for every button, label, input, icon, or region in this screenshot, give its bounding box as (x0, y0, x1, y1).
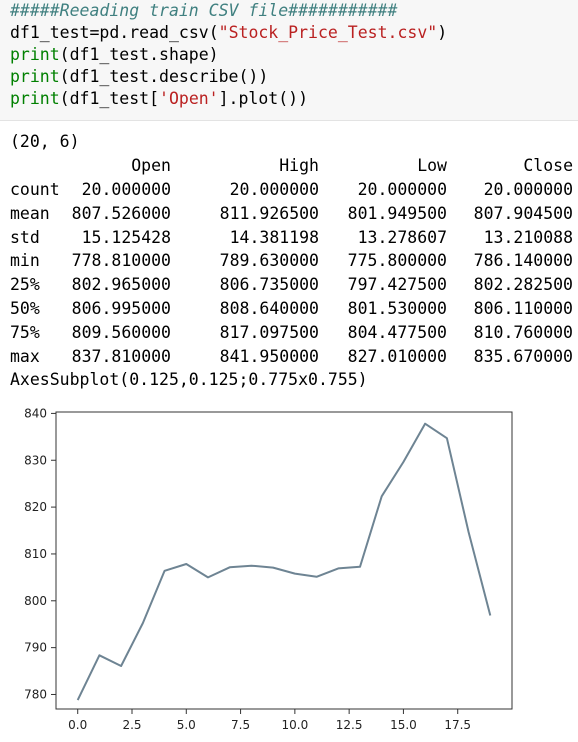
stats-cell: 835.670000 (473, 346, 573, 366)
stats-cell: 789.630000 (219, 251, 319, 271)
column-header: Close (523, 156, 573, 175)
code-args: ].plot()) (218, 89, 309, 108)
stats-cell: 15.125428 (81, 227, 171, 247)
axes-repr-output: AxesSubplot(0.125,0.125;0.775x0.755) (10, 370, 368, 389)
code-call: pd.read_csv( (99, 23, 219, 42)
stats-row: std 15.125428 14.381198 13.278607 13.210088 (10, 226, 575, 250)
stats-cell: 786.140000 (473, 251, 573, 271)
stats-row: max 837.810000 841.950000 827.010000 835.670… (10, 345, 575, 369)
stats-cell: 827.010000 (347, 346, 447, 366)
plot-area-frame (55, 411, 513, 710)
stats-header-row: Open High Low Close (10, 154, 575, 178)
column-header: Open (131, 156, 171, 175)
x-tick-label: 17.5 (444, 718, 471, 732)
stats-cell: 20.000000 (229, 180, 319, 199)
stats-cell: 13.210088 (483, 227, 573, 247)
stats-cell: 20.000000 (357, 180, 447, 199)
x-tick-label: 2.5 (122, 718, 141, 732)
stats-cell: 14.381198 (229, 227, 319, 247)
x-tick-label: 0.0 (68, 718, 87, 732)
stats-row-label: count (10, 180, 60, 199)
code-args: (df1_test[ (59, 89, 160, 108)
code-line-print-describe: print(df1_test.describe()) (10, 66, 268, 88)
code-line-comment: #####Reeading train CSV file########### (10, 0, 397, 22)
x-tick-label: 7.5 (231, 718, 250, 732)
code-string: "Stock_Price_Test.csv" (218, 23, 438, 42)
stats-cell: 841.950000 (219, 346, 319, 366)
code-args: (df1_test.describe()) (59, 67, 269, 86)
stats-row: min 778.810000 789.630000 775.800000 786.140… (10, 249, 575, 273)
code-builtin: print (10, 67, 60, 86)
x-tick-label: 12.5 (336, 718, 363, 732)
column-header: High (279, 156, 319, 175)
stats-cell: 13.278607 (357, 227, 447, 247)
stats-cell: 808.640000 (219, 299, 319, 318)
stats-row: 50% 806.995000 808.640000 801.530000 806.110… (10, 297, 575, 321)
code-cell-input[interactable]: #####Reeading train CSV file########### … (0, 0, 578, 121)
stats-cell: 801.530000 (347, 299, 447, 318)
stats-cell: 806.110000 (473, 299, 573, 318)
stats-row: 75% 809.560000 817.097500 804.477500 810.760… (10, 321, 575, 345)
code-builtin: print (10, 89, 60, 108)
stats-cell: 804.477500 (347, 322, 447, 342)
stats-row-label: min (10, 251, 40, 271)
stats-cell: 802.282500 (473, 275, 573, 295)
stats-row-label: mean (10, 203, 50, 223)
stats-cell: 778.810000 (71, 251, 171, 271)
code-operator: = (89, 23, 100, 42)
code-paren: ) (437, 23, 448, 42)
code-line-print-plot: print(df1_test['Open'].plot()) (10, 88, 308, 110)
column-header: Low (417, 156, 447, 175)
stats-cell: 807.904500 (473, 203, 573, 223)
y-tick-label: 810 (24, 547, 47, 561)
stats-cell: 811.926500 (219, 203, 319, 223)
stats-cell: 837.810000 (71, 346, 171, 366)
stats-cell: 807.526000 (71, 203, 171, 223)
y-tick-label: 780 (24, 687, 47, 701)
stats-cell: 20.000000 (81, 180, 171, 199)
y-tick-label: 820 (24, 500, 47, 514)
stats-cell: 806.995000 (71, 299, 171, 318)
y-tick-label: 830 (24, 453, 47, 467)
stats-cell: 20.000000 (483, 180, 573, 199)
code-variable: df1_test (10, 23, 90, 42)
stats-cell: 806.735000 (219, 275, 319, 295)
stats-cell: 809.560000 (71, 322, 171, 342)
x-tick-label: 10.0 (281, 718, 308, 732)
stats-cell: 817.097500 (219, 322, 319, 342)
code-comment: #####Reeading train CSV file########### (10, 1, 398, 20)
stats-row: count 20.000000 20.000000 20.000000 20.00000… (10, 178, 575, 202)
x-tick-label: 5.0 (177, 718, 196, 732)
line-chart: 780 790 800 810 820 830 840 0.0 2.5 5.0 7.5 10.0 12.… (24, 406, 513, 732)
stats-cell: 802.965000 (71, 275, 171, 295)
y-tick-label: 800 (24, 594, 47, 608)
stats-row: 25% 802.965000 806.735000 797.427500 802.282… (10, 273, 575, 297)
stats-row-label: std (10, 227, 40, 247)
output-shape: (20, 6) (10, 132, 80, 151)
stats-row-label: max (10, 346, 40, 366)
stats-cell: 801.949500 (347, 203, 447, 223)
x-tick-label: 15.0 (390, 718, 417, 732)
code-line-read-csv: df1_test=pd.read_csv("Stock_Price_Test.c… (10, 22, 447, 44)
y-tick-label: 790 (24, 641, 47, 655)
stats-row-label: 50% (10, 299, 40, 318)
stats-row: mean 807.526000 811.926500 801.949500 807.90… (10, 202, 575, 226)
stats-row-label: 25% (10, 275, 40, 295)
code-builtin: print (10, 45, 60, 64)
stats-row-label: 75% (10, 322, 40, 342)
code-args: (df1_test.shape) (59, 45, 219, 64)
stats-cell: 797.427500 (347, 275, 447, 295)
stats-cell: 775.800000 (347, 251, 447, 271)
y-tick-label: 840 (24, 406, 47, 420)
code-string: 'Open' (159, 89, 219, 108)
code-line-print-shape: print(df1_test.shape) (10, 44, 219, 66)
stats-cell: 810.760000 (473, 322, 573, 342)
